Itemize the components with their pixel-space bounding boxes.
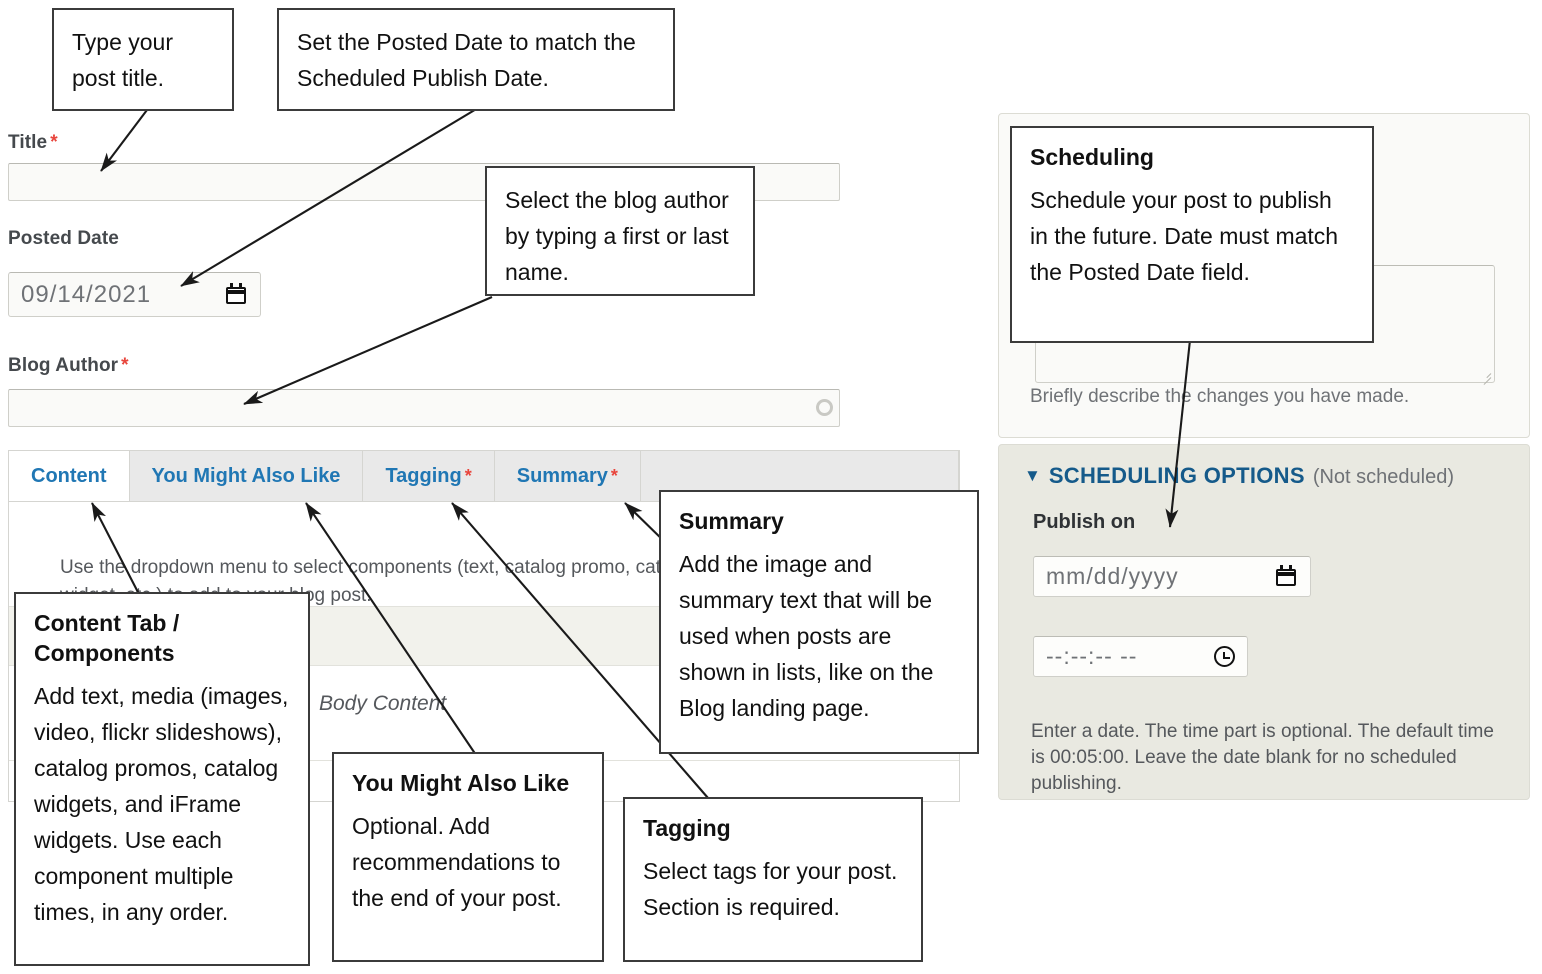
callout-blog-author-body: Select the blog author by typing a first… — [505, 187, 729, 285]
tab-content-label: Content — [31, 464, 107, 487]
publish-time-input[interactable]: --:--:-- -- — [1033, 636, 1248, 677]
callout-tagging-body: Select tags for your post. Section is re… — [643, 858, 898, 920]
tab-tagging-label: Tagging — [385, 464, 462, 487]
publish-on-label: Publish on — [1033, 511, 1136, 533]
callout-scheduling: Scheduling Schedule your post to publish… — [1010, 126, 1374, 343]
posted-date-value: 09/14/2021 — [21, 280, 152, 308]
callout-content-tab-title: Content Tab / Components — [34, 610, 180, 666]
callout-scheduling-title: Scheduling — [1030, 144, 1154, 170]
callout-scheduling-body: Schedule your post to publish in the fut… — [1030, 187, 1339, 285]
calendar-icon[interactable] — [1276, 565, 1298, 588]
callout-summary-title: Summary — [679, 508, 784, 534]
chevron-down-icon[interactable]: ▼ — [1024, 467, 1041, 484]
blog-author-label-text: Blog Author — [8, 355, 119, 376]
callout-tagging-title: Tagging — [643, 815, 731, 841]
loading-spinner-icon — [816, 399, 833, 416]
posted-date-input[interactable]: 09/14/2021 — [8, 272, 261, 317]
callout-summary: Summary Add the image and summary text t… — [659, 490, 979, 754]
body-content-component[interactable]: Body Content — [300, 692, 446, 716]
posted-date-label-text: Posted Date — [8, 228, 119, 249]
tab-summary[interactable]: Summary * — [495, 451, 641, 501]
publish-time-placeholder: --:--:-- -- — [1046, 643, 1138, 669]
clock-icon[interactable] — [1214, 646, 1235, 667]
title-label-text: Title — [8, 132, 48, 153]
callout-content-tab-body: Add text, media (images, video, flickr s… — [34, 683, 289, 925]
calendar-icon[interactable] — [226, 283, 248, 306]
posted-date-label: Posted Date — [8, 228, 119, 250]
publish-date-input[interactable]: mm/dd/yyyy — [1033, 556, 1311, 597]
scheduling-status-badge: (Not scheduled) — [1312, 466, 1454, 488]
callout-blog-author: Select the blog author by typing a first… — [485, 166, 755, 296]
callout-posted-date: Set the Posted Date to match the Schedul… — [277, 8, 675, 111]
tab-tagging[interactable]: Tagging * — [363, 451, 495, 501]
tab-you-might-also-like[interactable]: You Might Also Like — [130, 451, 364, 501]
scheduling-note: Enter a date. The time part is optional.… — [1031, 721, 1494, 794]
tab-summary-required-asterisk: * — [610, 465, 618, 486]
revision-hint: Briefly describe the changes you have ma… — [1030, 386, 1410, 407]
title-required-asterisk: * — [50, 132, 58, 153]
callout-you-might-also-like-title: You Might Also Like — [352, 770, 570, 796]
blog-author-required-asterisk: * — [121, 355, 129, 376]
tab-you-might-also-like-label: You Might Also Like — [151, 464, 341, 487]
callout-content-tab: Content Tab / Components Add text, media… — [14, 592, 310, 966]
callout-tagging: Tagging Select tags for your post. Secti… — [623, 797, 923, 962]
tab-tagging-required-asterisk: * — [464, 465, 472, 486]
tab-content[interactable]: Content — [9, 451, 130, 501]
blog-author-input[interactable] — [8, 389, 840, 427]
publish-date-placeholder: mm/dd/yyyy — [1046, 563, 1179, 589]
textarea-resize-grip[interactable] — [1479, 368, 1492, 385]
blog-author-label: Blog Author * — [8, 355, 129, 377]
callout-title: Type your post title. — [52, 8, 234, 111]
screenshot-root: Title * Posted Date 09/14/2021 Blog Autho… — [0, 0, 1542, 974]
scheduling-options-title: SCHEDULING OPTIONS — [1048, 463, 1305, 488]
callout-you-might-also-like: You Might Also Like Optional. Add recomm… — [332, 752, 604, 962]
body-content-label: Body Content — [319, 692, 447, 715]
tab-summary-label: Summary — [516, 464, 608, 487]
callout-posted-date-body: Set the Posted Date to match the Schedul… — [297, 29, 636, 91]
callout-title-body: Type your post title. — [72, 29, 173, 91]
callout-you-might-also-like-body: Optional. Add recommendations to the end… — [352, 813, 562, 911]
scheduling-options-header[interactable]: ▼ SCHEDULING OPTIONS (Not scheduled) — [1024, 463, 1454, 489]
title-label: Title * — [8, 132, 58, 154]
callout-summary-body: Add the image and summary text that will… — [679, 551, 934, 721]
